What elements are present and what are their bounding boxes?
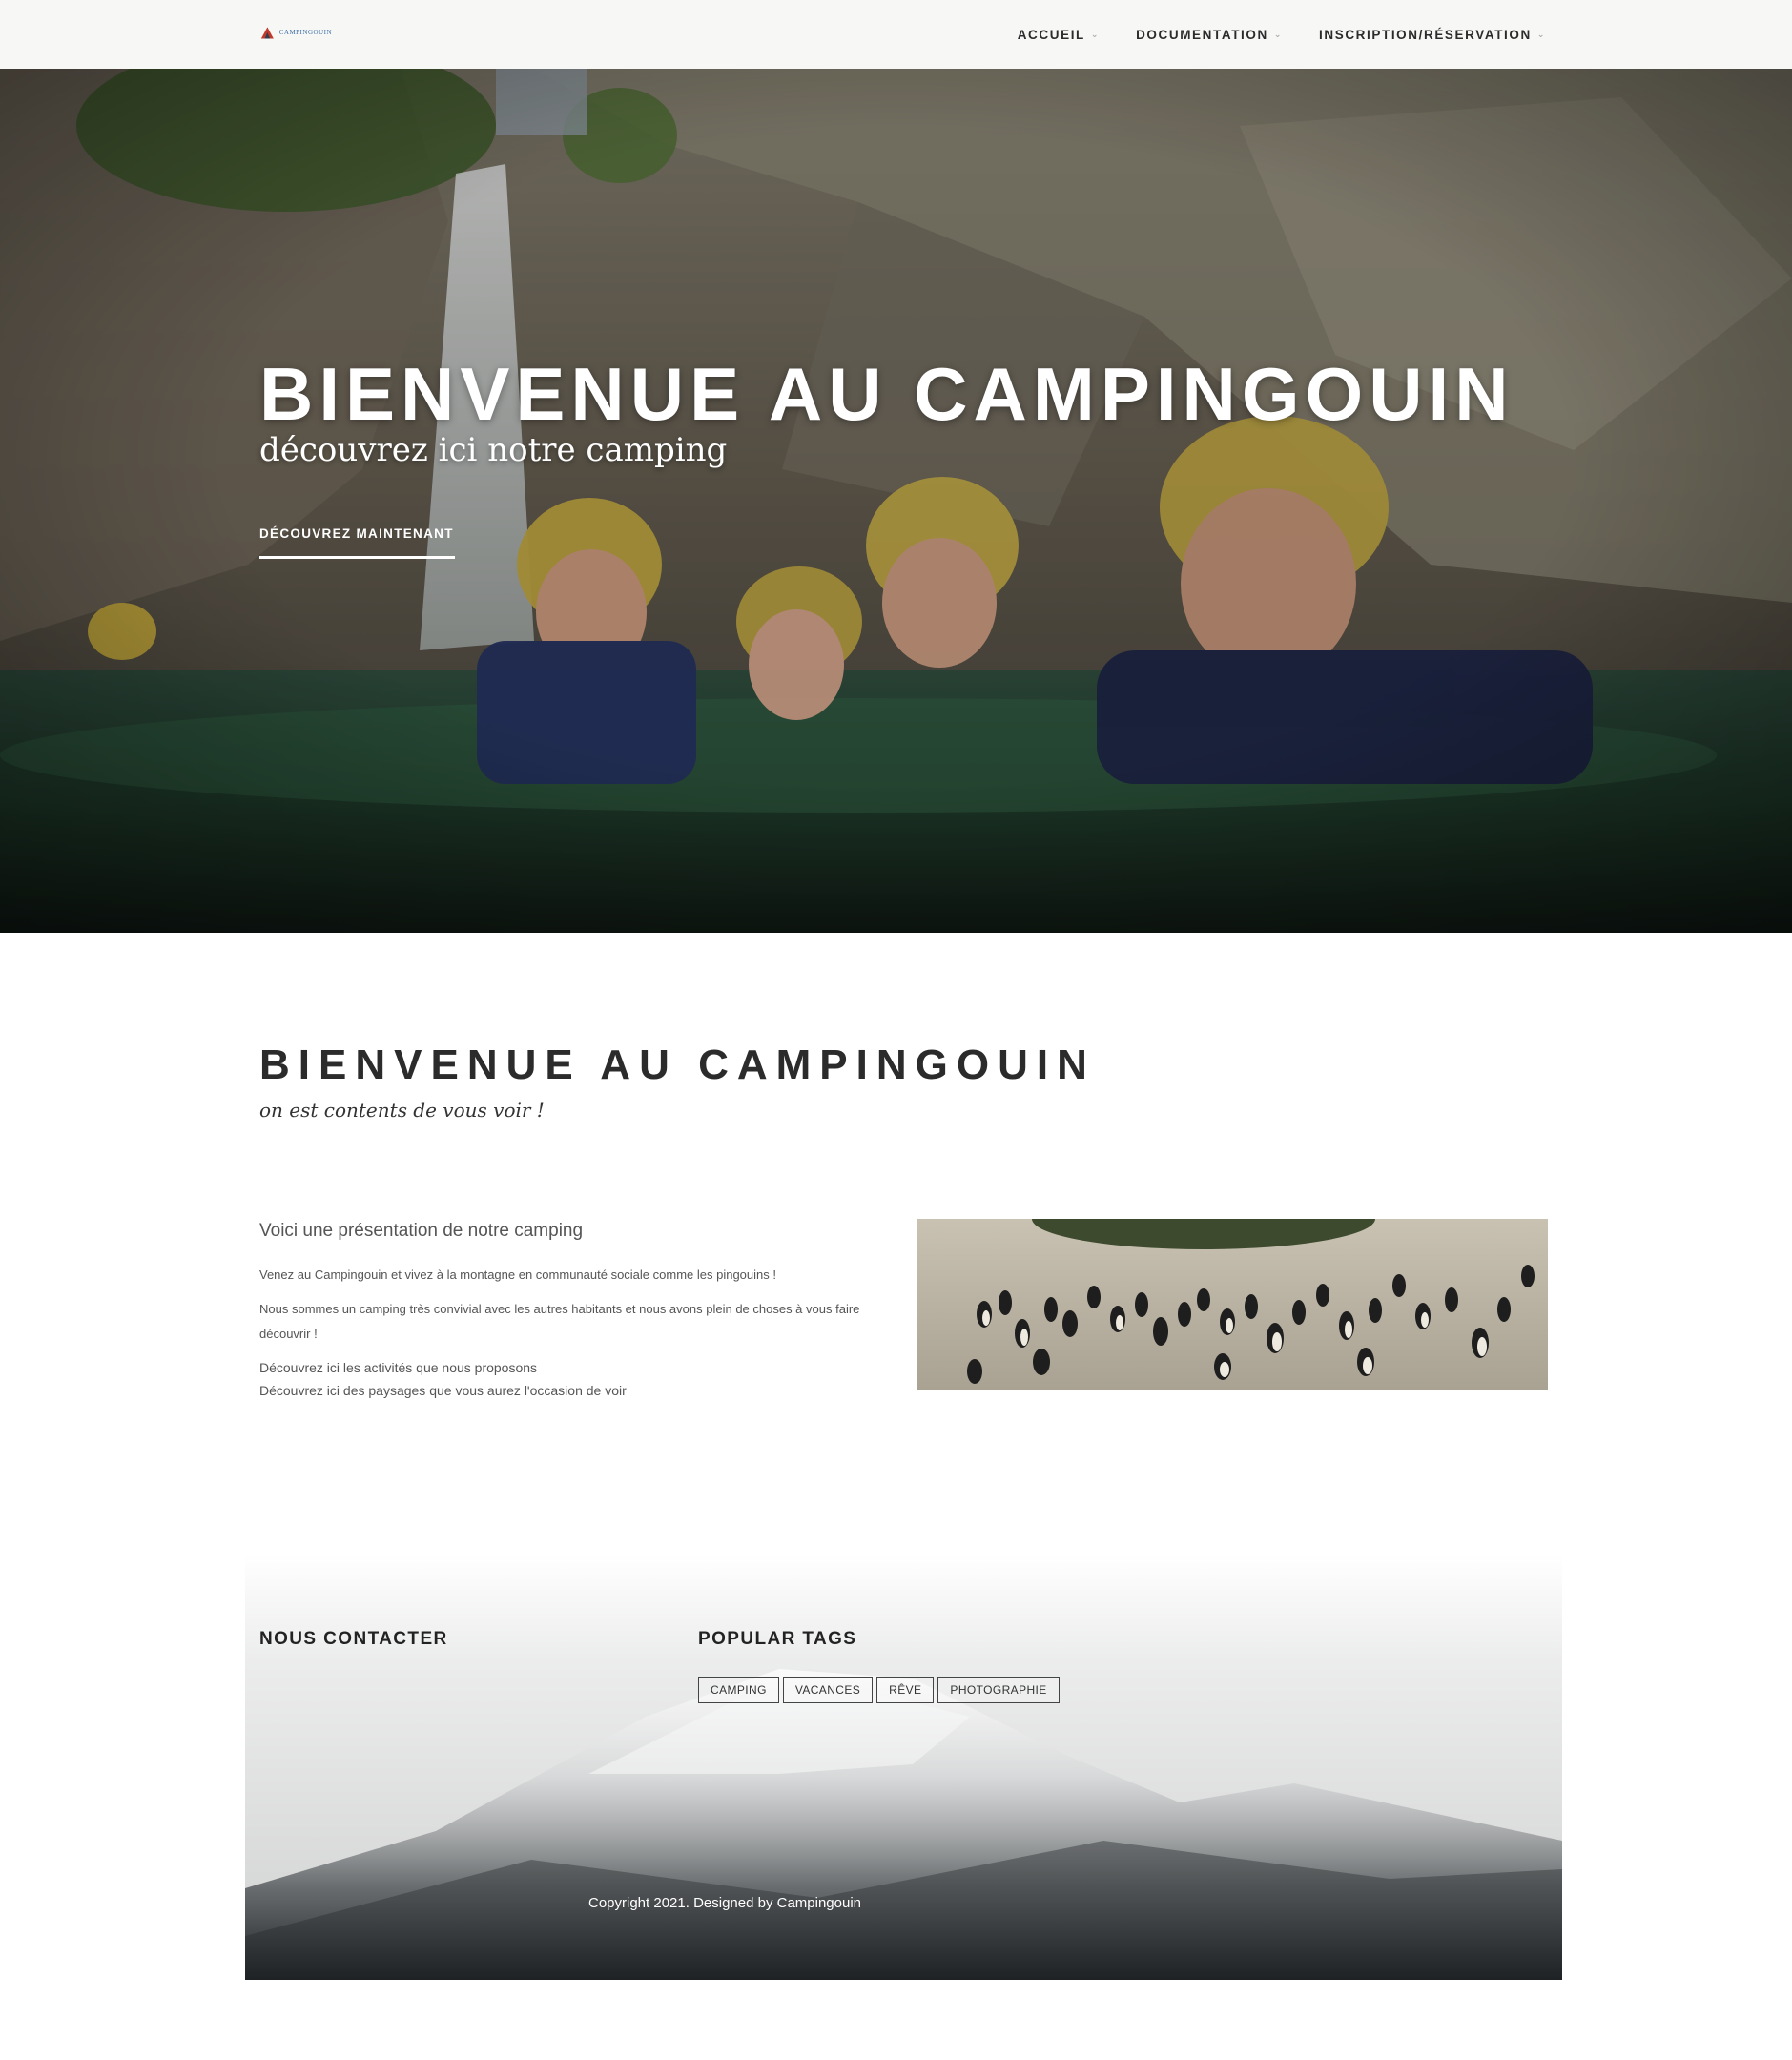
nav-label: DOCUMENTATION xyxy=(1136,27,1268,42)
tag-camping[interactable]: CAMPING xyxy=(698,1677,779,1703)
hero-banner: BIENVENUE AU CAMPINGOUIN découvrez ici n… xyxy=(0,69,1792,933)
hero-subtitle: découvrez ici notre camping xyxy=(259,431,728,469)
nav-item-accueil[interactable]: ACCUEIL ⌄ xyxy=(1018,28,1100,42)
tag-vacances[interactable]: VACANCES xyxy=(782,1677,874,1703)
chevron-down-icon: ⌄ xyxy=(1273,29,1284,39)
activities-link[interactable]: Découvrez ici les activités que nous pro… xyxy=(259,1356,889,1379)
penguins-image xyxy=(917,1219,1548,1390)
site-footer: NOUS CONTACTER POPULAR TAGS CAMPING VACA… xyxy=(245,1555,1562,1980)
logo-text: CAMPINGOUIN xyxy=(278,29,332,36)
presentation-paragraph: Nous sommes un camping très convivial av… xyxy=(259,1302,860,1341)
logo-icon xyxy=(260,27,274,39)
welcome-title: BIENVENUE AU CAMPINGOUIN xyxy=(259,1041,1096,1088)
presentation-paragraph: Venez au Campingouin et vivez à la monta… xyxy=(259,1267,776,1282)
copyright-text: Copyright 2021. Designed by Campingouin xyxy=(588,1895,862,1911)
tag-list: CAMPING VACANCES RÊVE PHOTOGRAPHIE xyxy=(698,1677,1060,1703)
landscapes-link[interactable]: Découvrez ici des paysages que vous aure… xyxy=(259,1379,889,1402)
discover-now-button[interactable]: DÉCOUVREZ MAINTENANT xyxy=(259,526,455,559)
nav-label: ACCUEIL xyxy=(1017,27,1085,42)
contact-heading: NOUS CONTACTER xyxy=(259,1629,448,1649)
tags-heading: POPULAR TAGS xyxy=(698,1629,857,1649)
presentation-links: Découvrez ici les activités que nous pro… xyxy=(259,1356,889,1402)
site-logo[interactable]: CAMPINGOUIN xyxy=(259,21,332,44)
penguins-photo xyxy=(917,1219,1548,1390)
nav-item-inscription[interactable]: INSCRIPTION/RÉSERVATION ⌄ xyxy=(1319,28,1546,42)
chevron-down-icon: ⌄ xyxy=(1536,29,1546,39)
footer-background-image xyxy=(245,1555,1562,1980)
presentation-heading: Voici une présentation de notre camping xyxy=(259,1221,584,1241)
nav-item-documentation[interactable]: DOCUMENTATION ⌄ xyxy=(1136,28,1283,42)
tag-photographie[interactable]: PHOTOGRAPHIE xyxy=(937,1677,1060,1703)
nav-label: INSCRIPTION/RÉSERVATION xyxy=(1319,27,1532,42)
welcome-subtitle: on est contents de vous voir ! xyxy=(259,1099,545,1122)
site-header: CAMPINGOUIN ACCUEIL ⌄ DOCUMENTATION ⌄ IN… xyxy=(0,0,1792,70)
hero-title: BIENVENUE AU CAMPINGOUIN xyxy=(259,352,1514,436)
presentation-section: Voici une présentation de notre camping … xyxy=(259,1221,889,1402)
tag-reve[interactable]: RÊVE xyxy=(876,1677,935,1703)
hero-background-image xyxy=(0,69,1792,933)
main-nav: ACCUEIL ⌄ DOCUMENTATION ⌄ INSCRIPTION/RÉ… xyxy=(1018,0,1546,69)
chevron-down-icon: ⌄ xyxy=(1090,29,1101,39)
